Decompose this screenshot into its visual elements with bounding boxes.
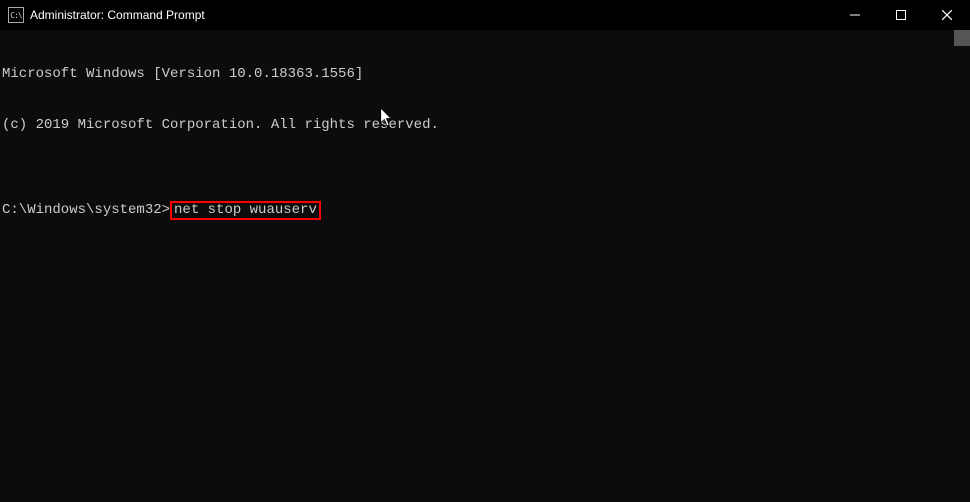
minimize-icon xyxy=(850,10,860,20)
terminal-prompt-line: C:\Windows\system32>net stop wuauserv xyxy=(2,202,970,220)
terminal-prompt: C:\Windows\system32> xyxy=(2,202,170,218)
maximize-button[interactable] xyxy=(878,0,924,30)
minimize-button[interactable] xyxy=(832,0,878,30)
terminal-area[interactable]: Microsoft Windows [Version 10.0.18363.15… xyxy=(0,30,970,502)
window-controls xyxy=(832,0,970,30)
terminal-output-line: (c) 2019 Microsoft Corporation. All righ… xyxy=(2,117,970,134)
window-title: Administrator: Command Prompt xyxy=(30,8,832,22)
terminal-output-line: Microsoft Windows [Version 10.0.18363.15… xyxy=(2,66,970,83)
titlebar[interactable]: C:\ Administrator: Command Prompt xyxy=(0,0,970,30)
command-highlight: net stop wuauserv xyxy=(170,201,321,220)
cmd-icon: C:\ xyxy=(8,7,24,23)
scrollbar-thumb[interactable] xyxy=(954,30,970,46)
close-icon xyxy=(942,10,952,20)
maximize-icon xyxy=(896,10,906,20)
close-button[interactable] xyxy=(924,0,970,30)
